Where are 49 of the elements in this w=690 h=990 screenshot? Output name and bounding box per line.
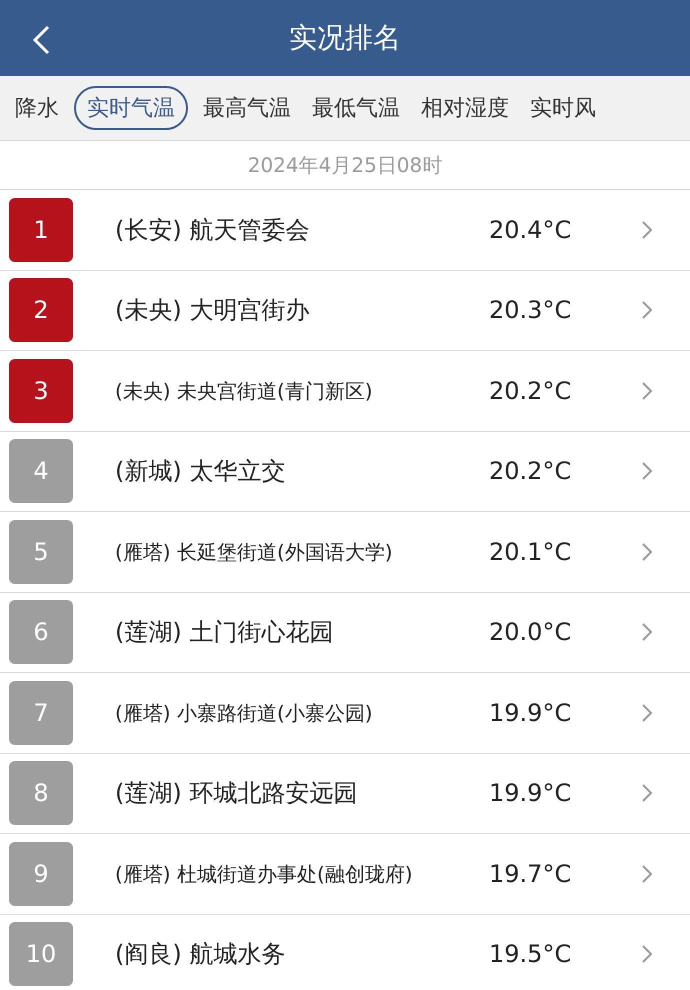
- rank-badge: 3: [9, 358, 73, 423]
- chevron-icon[interactable]: [641, 622, 653, 642]
- station-name: (雁塔) 小寨路街道(小寨公园): [115, 700, 374, 727]
- station-name: (未央) 未央宫街道(青门新区): [115, 378, 374, 405]
- chevron-icon[interactable]: [641, 220, 653, 240]
- station-name: (未央) 大明宫街办: [115, 295, 310, 326]
- tab[interactable]: 实时气温: [74, 86, 188, 130]
- chevron-icon[interactable]: [641, 542, 653, 562]
- chevron-icon[interactable]: [641, 461, 653, 482]
- rank-badge: 6: [9, 600, 73, 664]
- page-title: 实况排名: [289, 20, 401, 56]
- temperature: 19.7°C: [489, 858, 572, 890]
- station-name: (阎良) 航城水务: [115, 939, 286, 970]
- rank-badge: 5: [9, 520, 73, 584]
- chevron-icon[interactable]: [641, 702, 653, 723]
- tab[interactable]: 实时风: [524, 86, 602, 130]
- station-name: (莲湖) 土门街心花园: [115, 617, 334, 648]
- station-name: (雁塔) 长延堡街道(外国语大学): [115, 538, 394, 566]
- station-name: (新城) 太华立交: [115, 456, 286, 488]
- temperature: 20.2°C: [489, 376, 572, 407]
- rank-badge: 7: [9, 680, 73, 745]
- chevron-icon[interactable]: [641, 944, 653, 964]
- temperature: 20.2°C: [489, 456, 572, 488]
- temperature: 19.9°C: [489, 778, 572, 810]
- rank-badge: 9: [9, 842, 73, 906]
- station-name: (莲湖) 环城北路安远园: [115, 778, 358, 810]
- station-name: (长安) 航天管委会: [115, 214, 310, 246]
- chevron-icon[interactable]: [641, 380, 653, 401]
- temperature: 20.3°C: [489, 295, 572, 326]
- rank-badge: 1: [9, 198, 73, 262]
- rank-badge: 10: [9, 922, 73, 986]
- temperature: 20.4°C: [489, 214, 572, 246]
- timestamp: 2024年4月25日08时: [0, 140, 690, 190]
- station-name: (雁塔) 杜城街道办事处(融创珑府): [115, 860, 414, 888]
- chevron-icon[interactable]: [641, 300, 653, 320]
- chevron-icon[interactable]: [641, 783, 653, 804]
- temperature: 20.1°C: [489, 536, 572, 568]
- chevron-icon[interactable]: [641, 864, 653, 884]
- temperature: 19.9°C: [489, 698, 572, 729]
- rank-badge: 4: [9, 439, 73, 504]
- tab[interactable]: 最低气温: [306, 86, 406, 130]
- temperature: 20.0°C: [489, 617, 572, 648]
- temperature: 19.5°C: [489, 939, 572, 970]
- tab[interactable]: 最高气温: [197, 86, 297, 130]
- rank-badge: 8: [9, 761, 73, 826]
- back-icon[interactable]: [31, 25, 51, 55]
- rank-badge: 2: [9, 278, 73, 342]
- tab[interactable]: 降水: [9, 86, 65, 130]
- tab[interactable]: 相对湿度: [415, 86, 515, 130]
